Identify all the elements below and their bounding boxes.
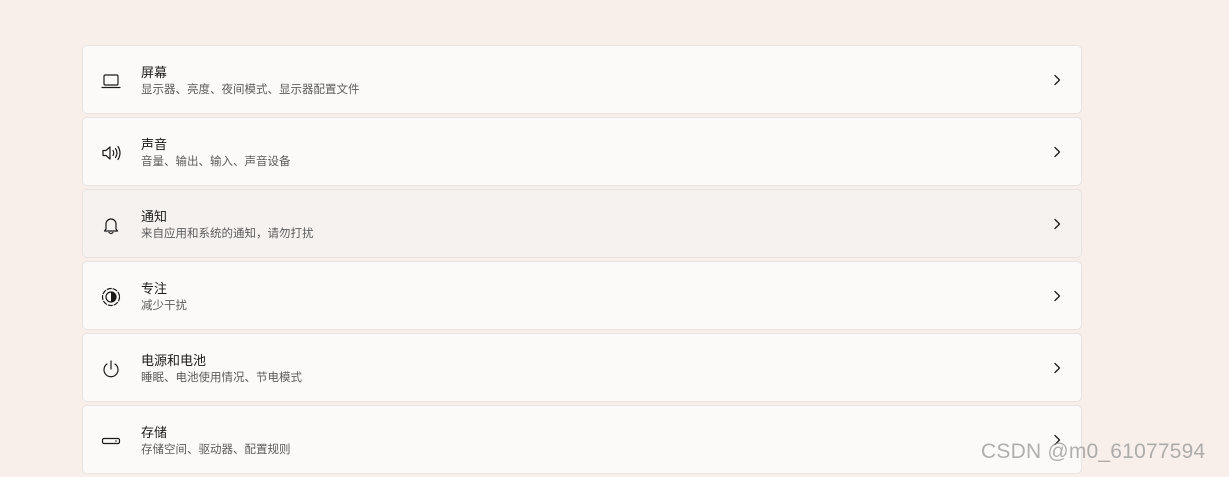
settings-item-power[interactable]: 电源和电池 睡眠、电池使用情况、节电模式: [82, 333, 1082, 402]
watermark-text: CSDN @m0_61077594: [981, 440, 1206, 463]
settings-item-title: 专注: [141, 281, 168, 296]
storage-icon: [100, 430, 122, 452]
settings-item-title: 存储: [141, 425, 168, 440]
settings-item-display[interactable]: 屏幕 显示器、亮度、夜间模式、显示器配置文件: [82, 45, 1082, 114]
settings-item-description: 睡眠、电池使用情况、节电模式: [141, 372, 302, 384]
settings-item-description: 音量、输出、输入、声音设备: [141, 156, 291, 168]
settings-item-notifications[interactable]: 通知 来自应用和系统的通知，请勿打扰: [82, 189, 1082, 258]
settings-item-storage[interactable]: 存储 存储空间、驱动器、配置规则: [82, 405, 1082, 474]
chevron-right-icon: [1051, 73, 1063, 87]
chevron-right-icon: [1051, 361, 1063, 375]
laptop-icon: [100, 70, 122, 92]
settings-item-title: 通知: [141, 209, 168, 224]
settings-item-description: 来自应用和系统的通知，请勿打扰: [141, 228, 314, 240]
power-icon: [100, 358, 122, 380]
settings-item-description: 存储空间、驱动器、配置规则: [141, 444, 291, 456]
chevron-right-icon: [1051, 145, 1063, 159]
speaker-icon: [100, 142, 122, 164]
chevron-right-icon: [1051, 217, 1063, 231]
chevron-right-icon: [1051, 289, 1063, 303]
bell-icon: [100, 214, 122, 236]
settings-item-title: 屏幕: [141, 65, 168, 80]
settings-item-description: 减少干扰: [141, 300, 187, 312]
settings-list: 屏幕 显示器、亮度、夜间模式、显示器配置文件 声音 音量、输出、输入、声音设备: [82, 45, 1082, 477]
settings-item-focus[interactable]: 专注 减少干扰: [82, 261, 1082, 330]
focus-icon: [100, 286, 122, 308]
settings-item-title: 电源和电池: [141, 353, 207, 368]
settings-item-description: 显示器、亮度、夜间模式、显示器配置文件: [141, 84, 360, 96]
settings-item-title: 声音: [141, 137, 168, 152]
settings-item-sound[interactable]: 声音 音量、输出、输入、声音设备: [82, 117, 1082, 186]
